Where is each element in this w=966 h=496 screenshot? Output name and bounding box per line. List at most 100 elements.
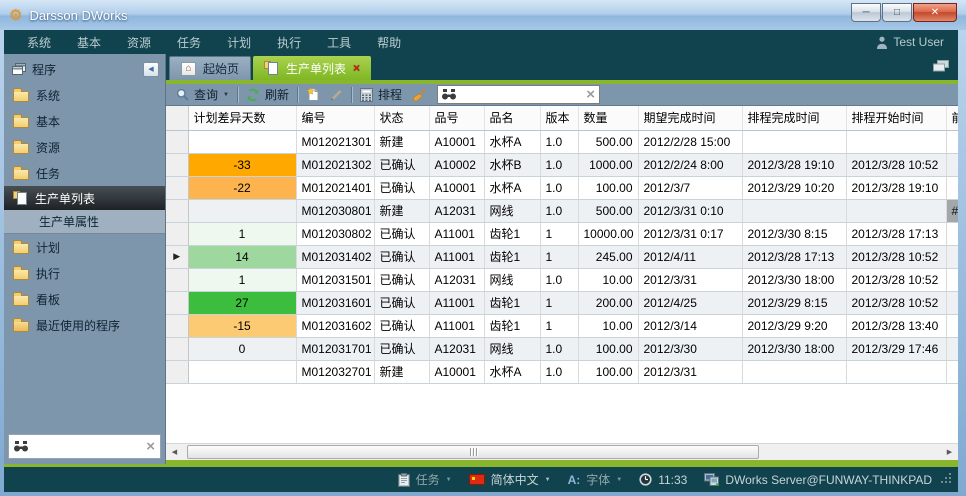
resize-grip[interactable] [940,472,952,487]
cell-sched-start[interactable]: 2012/3/28 10:52 [846,153,946,176]
cell-clipped[interactable] [946,360,958,383]
cell-item-name[interactable]: 网线 [484,199,540,222]
cell-expected-finish[interactable]: 2012/3/7 [638,176,742,199]
sidebar-item-resource[interactable]: 资源 [4,134,165,160]
cell-item-name[interactable]: 网线 [484,268,540,291]
toolbar-search-clear-icon[interactable]: × [586,87,595,102]
cell-sched-start[interactable]: 2012/3/28 10:52 [846,268,946,291]
cell-sched-finish[interactable]: 2012/3/28 17:13 [742,245,846,268]
cell-item-no[interactable]: A12031 [429,199,484,222]
cell-item-no[interactable]: A12031 [429,337,484,360]
cell-plan-diff-days[interactable] [188,130,296,153]
cell-clipped[interactable] [946,130,958,153]
cell-expected-finish[interactable]: 2012/2/28 15:00 [638,130,742,153]
cell-item-no[interactable]: A11001 [429,291,484,314]
refresh-button[interactable]: 刷新 [241,85,294,105]
col-sched-start[interactable]: 排程开始时间 [846,106,946,130]
cell-order-no[interactable]: M012032701 [296,360,374,383]
cell-sched-finish[interactable]: 2012/3/29 8:15 [742,291,846,314]
cell-item-no[interactable]: A12031 [429,268,484,291]
window-list-icon[interactable] [933,60,949,75]
cell-qty[interactable]: 1000.00 [578,153,638,176]
status-task-menu[interactable]: 任务 ▼ [398,471,452,488]
cell-sched-finish[interactable]: 2012/3/30 18:00 [742,337,846,360]
col-item-name[interactable]: 品名 [484,106,540,130]
cell-order-no[interactable]: M012021401 [296,176,374,199]
sidebar-item-execute[interactable]: 执行 [4,260,165,286]
cell-sched-finish[interactable]: 2012/3/30 8:15 [742,222,846,245]
cell-version[interactable]: 1.0 [540,337,578,360]
cell-item-no[interactable]: A10001 [429,176,484,199]
cell-qty[interactable]: 200.00 [578,291,638,314]
cell-status[interactable]: 已确认 [374,291,429,314]
cell-qty[interactable]: 10000.00 [578,222,638,245]
cell-item-name[interactable]: 齿轮1 [484,314,540,337]
cell-qty[interactable]: 10.00 [578,314,638,337]
cell-selector[interactable] [166,153,188,176]
cell-order-no[interactable]: M012030802 [296,222,374,245]
sidebar-item-board[interactable]: 看板 [4,286,165,312]
cell-order-no[interactable]: M012031701 [296,337,374,360]
col-qty[interactable]: 数量 [578,106,638,130]
table-row[interactable]: -22M012021401已确认A10001水杯A1.0100.002012/3… [166,176,958,199]
cell-plan-diff-days[interactable]: -33 [188,153,296,176]
cell-plan-diff-days[interactable]: 0 [188,337,296,360]
cell-clipped[interactable]: # [946,199,958,222]
cell-sched-start[interactable]: 2012/3/28 10:52 [846,291,946,314]
cell-item-no[interactable]: A10001 [429,360,484,383]
cell-expected-finish[interactable]: 2012/4/11 [638,245,742,268]
cell-status[interactable]: 已确认 [374,176,429,199]
cell-order-no[interactable]: M012030801 [296,199,374,222]
col-status[interactable]: 状态 [374,106,429,130]
cell-expected-finish[interactable]: 2012/3/14 [638,314,742,337]
cell-version[interactable]: 1.0 [540,176,578,199]
menu-basic[interactable]: 基本 [64,34,114,51]
cell-plan-diff-days[interactable]: -15 [188,314,296,337]
cell-item-no[interactable]: A11001 [429,245,484,268]
cell-qty[interactable]: 100.00 [578,176,638,199]
cell-selector[interactable] [166,130,188,153]
cell-selector[interactable]: ▶ [166,245,188,268]
sidebar-search-clear-icon[interactable]: × [146,439,155,454]
cell-version[interactable]: 1.0 [540,268,578,291]
sidebar-collapse-button[interactable]: ◀ [143,62,159,77]
table-row[interactable]: M012021301新建A10001水杯A1.0500.002012/2/28 … [166,130,958,153]
sidebar-search-input[interactable] [32,439,142,455]
cell-selector[interactable] [166,199,188,222]
cell-expected-finish[interactable]: 2012/3/31 [638,268,742,291]
cell-plan-diff-days[interactable] [188,199,296,222]
scroll-left-icon[interactable]: ◀ [166,444,183,460]
cell-item-name[interactable]: 水杯B [484,153,540,176]
new-button[interactable] [301,85,325,105]
edit-button[interactable] [325,85,348,105]
cell-sched-finish[interactable] [742,360,846,383]
cell-clipped[interactable] [946,337,958,360]
cell-sched-finish[interactable]: 2012/3/28 19:10 [742,153,846,176]
cell-status[interactable]: 已确认 [374,245,429,268]
col-plan-diff-days[interactable]: 计划差异天数 [188,106,296,130]
maximize-button[interactable]: □ [882,3,912,22]
cell-status[interactable]: 已确认 [374,314,429,337]
cell-order-no[interactable]: M012021302 [296,153,374,176]
cell-item-name[interactable]: 网线 [484,337,540,360]
cell-sched-finish[interactable]: 2012/3/29 9:20 [742,314,846,337]
menu-tools[interactable]: 工具 [314,34,364,51]
tab-home[interactable]: ⌂ 起始页 [169,56,251,80]
table-row[interactable]: -33M012021302已确认A10002水杯B1.01000.002012/… [166,153,958,176]
cell-selector[interactable] [166,291,188,314]
table-row[interactable]: 0M012031701已确认A12031网线1.0100.002012/3/30… [166,337,958,360]
cell-expected-finish[interactable]: 2012/3/30 [638,337,742,360]
cell-selector[interactable] [166,337,188,360]
cell-status[interactable]: 已确认 [374,222,429,245]
cell-sched-start[interactable]: 2012/3/28 17:13 [846,222,946,245]
table-row[interactable]: 1M012030802已确认A11001齿轮1110000.002012/3/3… [166,222,958,245]
cell-qty[interactable]: 245.00 [578,245,638,268]
cell-qty[interactable]: 500.00 [578,130,638,153]
cell-qty[interactable]: 100.00 [578,337,638,360]
sidebar-item-production-order-list[interactable]: 生产单列表 [4,186,165,210]
col-version[interactable]: 版本 [540,106,578,130]
cell-version[interactable]: 1.0 [540,153,578,176]
cell-clipped[interactable] [946,153,958,176]
sidebar-item-system[interactable]: 系统 [4,82,165,108]
table-row[interactable]: -15M012031602已确认A11001齿轮1110.002012/3/14… [166,314,958,337]
